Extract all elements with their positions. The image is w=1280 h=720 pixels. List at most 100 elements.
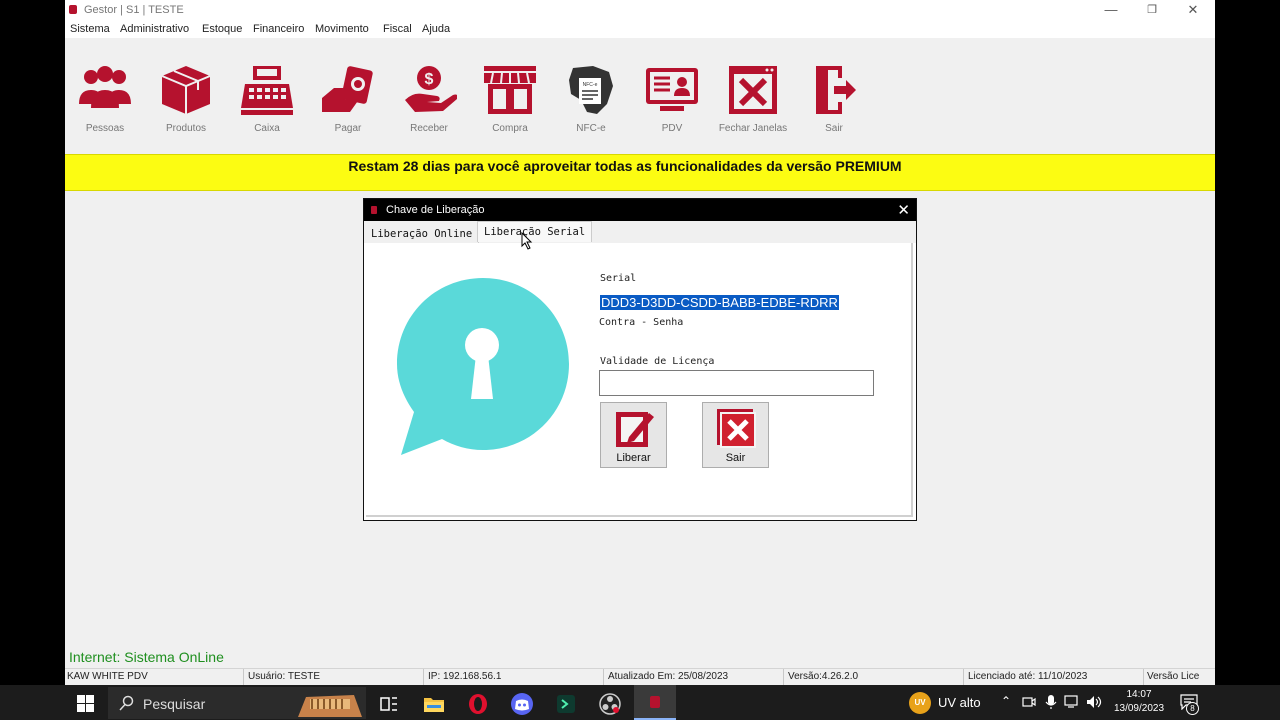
obs-icon[interactable] bbox=[599, 693, 621, 715]
pay-icon bbox=[322, 66, 373, 112]
volume-icon[interactable] bbox=[1086, 695, 1102, 709]
search-highlight-image bbox=[298, 695, 362, 717]
taskbar-search-box[interactable]: Pesquisar bbox=[108, 687, 366, 719]
file-explorer-icon[interactable] bbox=[423, 693, 445, 715]
toolbar-label: Fechar Janelas bbox=[718, 123, 788, 134]
edit-icon bbox=[615, 412, 654, 447]
exit-icon bbox=[816, 66, 856, 114]
title-bar[interactable]: Gestor | S1 | TESTE — ❐ ✕ bbox=[65, 0, 1215, 20]
menu-bar: Sistema Administrativo Estoque Financeir… bbox=[65, 20, 1215, 38]
status-ip: IP: 192.168.56.1 bbox=[428, 671, 502, 682]
toolbar-pagar-button[interactable]: Pagar bbox=[308, 64, 388, 134]
mouse-cursor-icon bbox=[521, 232, 533, 250]
meet-now-icon[interactable] bbox=[1022, 695, 1036, 709]
status-updated: Atualizado Em: 25/08/2023 bbox=[608, 671, 729, 682]
toolbar-label: Compra bbox=[492, 123, 528, 134]
search-placeholder: Pesquisar bbox=[143, 696, 206, 712]
lock-keyhole-icon bbox=[397, 278, 569, 455]
menu-movimento[interactable]: Movimento bbox=[315, 23, 369, 35]
close-windows-icon bbox=[729, 66, 777, 114]
serial-value[interactable]: DDD3-D3DD-CSDD-BABB-EDBE-RDRR bbox=[600, 295, 839, 310]
toolbar-produtos-button[interactable]: Produtos bbox=[146, 64, 226, 134]
opera-icon[interactable] bbox=[467, 693, 489, 715]
taskbar: Pesquisar UV UV alto ⌃ 14:07 13/09/2023 … bbox=[0, 685, 1280, 720]
restore-button[interactable]: ❐ bbox=[1132, 0, 1172, 20]
status-user: Usuário: TESTE bbox=[248, 671, 321, 682]
liberar-label: Liberar bbox=[616, 452, 651, 464]
tab-liberacao-serial[interactable]: Liberação Serial bbox=[477, 221, 593, 242]
toolbar-pessoas-button[interactable]: Pessoas bbox=[65, 64, 145, 134]
toolbar-label: Produtos bbox=[165, 123, 207, 134]
windows-start-icon[interactable] bbox=[77, 695, 94, 712]
menu-sistema[interactable]: Sistema bbox=[70, 23, 110, 35]
discord-icon[interactable] bbox=[511, 693, 533, 715]
dialog-tabs: Liberação Online Liberação Serial bbox=[364, 221, 916, 243]
microphone-icon[interactable] bbox=[1044, 694, 1058, 710]
receive-icon: $ bbox=[405, 66, 457, 112]
weather-uv-icon[interactable]: UV bbox=[909, 692, 931, 714]
system-clock[interactable]: 14:07 13/09/2023 bbox=[1104, 688, 1174, 716]
close-x-icon bbox=[716, 409, 756, 448]
status-bar: KAW WHITE PDV Usuário: TESTE IP: 192.168… bbox=[65, 668, 1215, 686]
search-icon bbox=[119, 695, 134, 711]
window-title: Gestor | S1 | TESTE bbox=[84, 4, 184, 16]
serial-tab-panel: Serial DDD3-D3DD-CSDD-BABB-EDBE-RDRR Con… bbox=[366, 243, 913, 517]
minimize-button[interactable]: — bbox=[1091, 0, 1131, 20]
menu-fiscal[interactable]: Fiscal bbox=[383, 23, 412, 35]
sair-label: Sair bbox=[725, 452, 746, 464]
chevron-up-icon[interactable]: ⌃ bbox=[1001, 694, 1011, 708]
clock-date: 13/09/2023 bbox=[1113, 703, 1165, 714]
toolbar-label: Caixa bbox=[254, 123, 280, 134]
gestor-app-icon bbox=[650, 696, 660, 708]
dialog-close-button[interactable]: ✕ bbox=[897, 201, 910, 219]
serial-label: Serial bbox=[600, 273, 637, 284]
menu-administrativo[interactable]: Administrativo bbox=[120, 23, 189, 35]
toolbar-pdv-button[interactable]: PDV bbox=[632, 64, 712, 134]
toolbar-label: Pessoas bbox=[85, 123, 125, 134]
close-button[interactable]: ✕ bbox=[1173, 0, 1213, 20]
validade-label: Validade de Licença bbox=[600, 356, 715, 367]
toolbar-sair-button[interactable]: Sair bbox=[794, 64, 874, 134]
nfce-badge: NFC-e bbox=[583, 82, 598, 88]
notification-count-badge: 8 bbox=[1186, 702, 1199, 715]
tab-liberacao-online[interactable]: Liberação Online bbox=[365, 224, 480, 243]
contra-senha-label: Contra - Senha bbox=[599, 317, 684, 328]
dialog-title: Chave de Liberação bbox=[386, 204, 485, 216]
gestor-taskbar-button[interactable] bbox=[634, 685, 676, 720]
dialog-title-bar[interactable]: Chave de Liberação ✕ bbox=[364, 199, 916, 221]
sair-button[interactable]: Sair bbox=[702, 402, 769, 468]
toolbar-label: Pagar bbox=[334, 123, 362, 134]
svg-text:$: $ bbox=[425, 71, 434, 88]
liberation-key-dialog: Chave de Liberação ✕ Liberação Online Li… bbox=[363, 198, 917, 521]
toolbar: Pessoas Produtos Caixa Pagar $ Receber C… bbox=[65, 38, 1215, 154]
app-icon bbox=[69, 5, 77, 14]
cash-register-icon bbox=[241, 66, 293, 115]
pdv-icon bbox=[646, 68, 698, 111]
desktop: Gestor | S1 | TESTE — ❐ ✕ Sistema Admini… bbox=[0, 0, 1280, 720]
toolbar-caixa-button[interactable]: Caixa bbox=[227, 64, 307, 134]
internet-status: Internet: Sistema OnLine bbox=[69, 649, 224, 665]
toolbar-label: PDV bbox=[661, 123, 683, 134]
toolbar-fechar-janelas-button[interactable]: Fechar Janelas bbox=[713, 64, 793, 134]
banner-text: Restam 28 dias para você aproveitar toda… bbox=[348, 158, 902, 174]
toolbar-label: Sair bbox=[825, 123, 843, 134]
clock-time: 14:07 bbox=[1126, 689, 1152, 700]
toolbar-compra-button[interactable]: Compra bbox=[470, 64, 550, 134]
toolbar-nfce-button[interactable]: NFC-e NFC-e bbox=[551, 64, 631, 134]
nfce-icon: NFC-e bbox=[569, 66, 613, 114]
toolbar-label: NFC-e bbox=[576, 123, 606, 134]
task-view-icon[interactable] bbox=[378, 693, 400, 715]
toolbar-receber-button[interactable]: $ Receber bbox=[389, 64, 469, 134]
menu-ajuda[interactable]: Ajuda bbox=[422, 23, 450, 35]
menu-financeiro[interactable]: Financeiro bbox=[253, 23, 304, 35]
premium-banner: Restam 28 dias para você aproveitar toda… bbox=[65, 154, 1215, 191]
validade-licenca-input[interactable] bbox=[599, 370, 874, 396]
toolbar-label: Receber bbox=[410, 123, 448, 134]
menu-estoque[interactable]: Estoque bbox=[202, 23, 242, 35]
liberar-button[interactable]: Liberar bbox=[600, 402, 667, 468]
app-terminal-icon[interactable] bbox=[555, 693, 577, 715]
dialog-app-icon bbox=[371, 206, 377, 214]
status-license: Licenciado até: 11/10/2023 bbox=[968, 671, 1088, 682]
network-icon[interactable] bbox=[1064, 695, 1080, 709]
weather-text[interactable]: UV alto bbox=[938, 695, 981, 710]
